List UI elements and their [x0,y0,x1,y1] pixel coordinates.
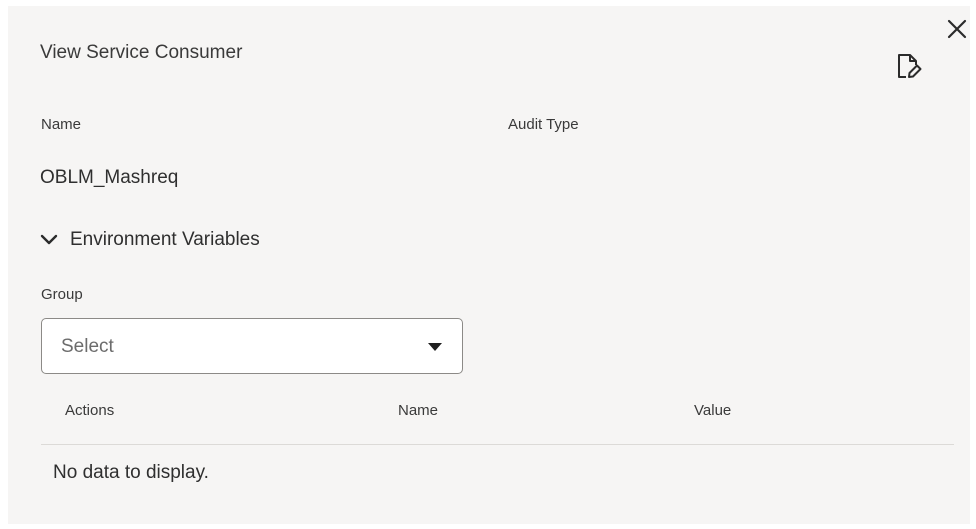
column-header-actions: Actions [65,402,115,419]
environment-variables-toggle[interactable]: Environment Variables [40,226,260,254]
empty-table-message: No data to display. [53,462,209,483]
group-label: Group [41,286,83,303]
name-value: OBLM_Mashreq [40,167,179,188]
group-select[interactable]: Select [41,318,463,374]
table-header-divider [41,444,954,445]
column-header-value: Value [694,402,732,419]
audit-type-label: Audit Type [508,116,579,133]
close-button[interactable] [944,16,970,42]
close-icon [947,19,967,39]
caret-down-icon [428,343,442,351]
environment-variables-label: Environment Variables [70,229,260,250]
group-select-placeholder: Select [61,336,114,357]
chevron-down-icon [40,234,58,245]
document-edit-icon [898,54,922,78]
service-consumer-dialog [8,6,970,524]
name-label: Name [41,116,82,133]
dialog-title: View Service Consumer [40,42,243,63]
edit-button[interactable] [894,50,924,82]
column-header-name: Name [398,402,439,419]
